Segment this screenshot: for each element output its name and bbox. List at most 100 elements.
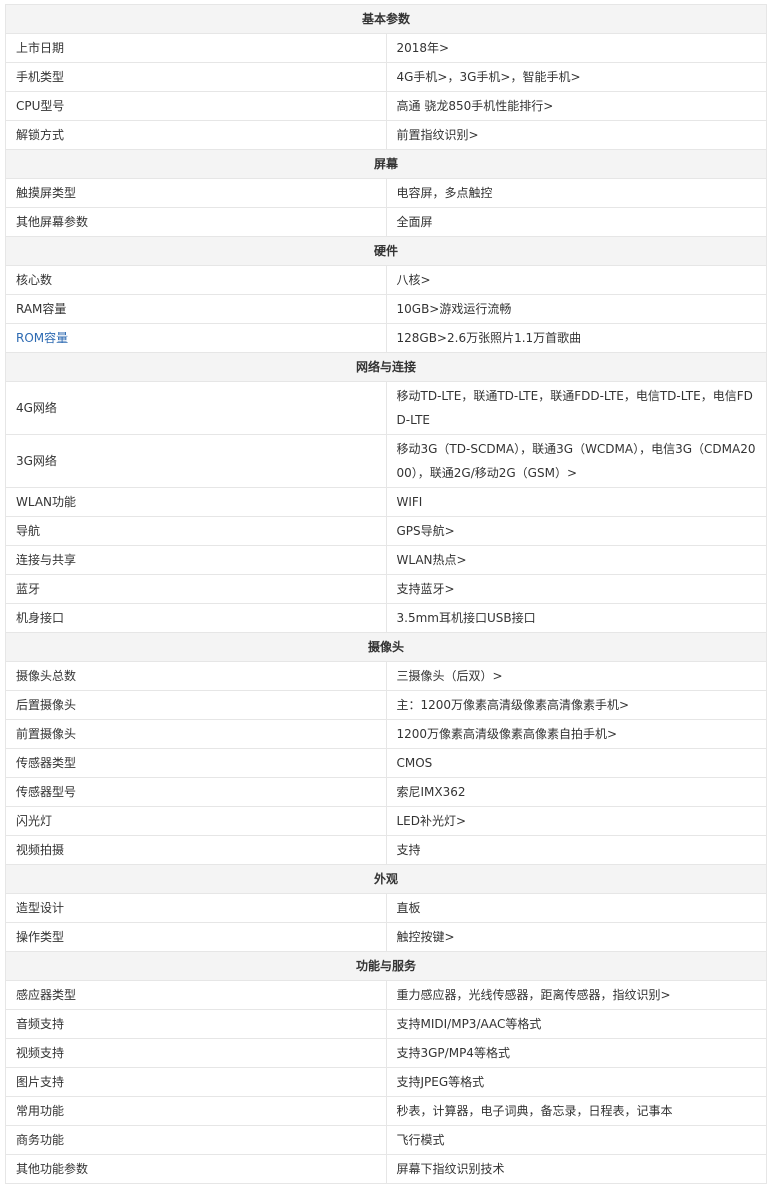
spec-row: 传感器型号 索尼IMX362 [5,777,767,807]
spec-row: 闪光灯 LED补光灯> [5,806,767,836]
spec-value: 支持 [385,835,767,865]
spec-label: WLAN功能 [5,487,387,517]
spec-value[interactable]: 重力感应器，光线传感器，距离传感器，指纹识别> [385,980,767,1010]
spec-row: 3G网络 移动3G（TD-SCDMA），联通3G（WCDMA），电信3G（CDMA… [5,434,767,488]
spec-row: 后置摄像头 主：1200万像素高清级像素高清像素手机> [5,690,767,720]
spec-label: 蓝牙 [5,574,387,604]
spec-row: 上市日期 2018年> [5,33,767,63]
section-title: 硬件 [5,236,767,266]
spec-value: 支持JPEG等格式 [385,1067,767,1097]
spec-value: 飞行模式 [385,1125,767,1155]
spec-value: 屏幕下指纹识别技术 [385,1154,767,1184]
spec-value[interactable]: LED补光灯> [385,806,767,836]
spec-row: CPU型号 高通 骁龙850手机性能排行> [5,91,767,121]
spec-label: 常用功能 [5,1096,387,1126]
spec-row: 机身接口 3.5mm耳机接口USB接口 [5,603,767,633]
spec-label: 音频支持 [5,1009,387,1039]
spec-value[interactable]: 触控按键> [385,922,767,952]
spec-row: ROM容量 128GB>2.6万张照片1.1万首歌曲 [5,323,767,353]
spec-value: 索尼IMX362 [385,777,767,807]
spec-value[interactable]: 主：1200万像素高清级像素高清像素手机> [385,690,767,720]
spec-value[interactable]: 2018年> [385,33,767,63]
spec-value[interactable]: GPS导航> [385,516,767,546]
spec-label: 4G网络 [5,381,387,435]
spec-label: 视频支持 [5,1038,387,1068]
spec-label: 传感器类型 [5,748,387,778]
section-title: 基本参数 [5,4,767,34]
spec-value: 全面屏 [385,207,767,237]
section-header-row: 外观 [5,864,767,894]
spec-value[interactable]: WLAN热点> [385,545,767,575]
spec-value[interactable]: 移动3G（TD-SCDMA），联通3G（WCDMA），电信3G（CDMA2000… [385,434,767,488]
spec-label: 后置摄像头 [5,690,387,720]
spec-row: 视频拍摄 支持 [5,835,767,865]
section-header-row: 摄像头 [5,632,767,662]
spec-label: 手机类型 [5,62,387,92]
spec-label: 3G网络 [5,434,387,488]
spec-label: 机身接口 [5,603,387,633]
spec-row: 手机类型 4G手机>，3G手机>，智能手机> [5,62,767,92]
spec-row: 其他功能参数 屏幕下指纹识别技术 [5,1154,767,1184]
spec-label: 操作类型 [5,922,387,952]
spec-value[interactable]: 三摄像头（后双）> [385,661,767,691]
spec-label: 视频拍摄 [5,835,387,865]
spec-row: RAM容量 10GB>游戏运行流畅 [5,294,767,324]
spec-value[interactable]: 前置指纹识别> [385,120,767,150]
spec-label: 图片支持 [5,1067,387,1097]
spec-row: 触摸屏类型 电容屏，多点触控 [5,178,767,208]
spec-value: 直板 [385,893,767,923]
spec-row: 摄像头总数 三摄像头（后双）> [5,661,767,691]
spec-label: 闪光灯 [5,806,387,836]
section-header-row: 屏幕 [5,149,767,179]
spec-row: 解锁方式 前置指纹识别> [5,120,767,150]
section-header-row: 网络与连接 [5,352,767,382]
spec-value: 3.5mm耳机接口USB接口 [385,603,767,633]
spec-value[interactable]: 高通 骁龙850手机性能排行> [385,91,767,121]
spec-row: 蓝牙 支持蓝牙> [5,574,767,604]
spec-row: 传感器类型 CMOS [5,748,767,778]
spec-row: 音频支持 支持MIDI/MP3/AAC等格式 [5,1009,767,1039]
spec-row: 感应器类型 重力感应器，光线传感器，距离传感器，指纹识别> [5,980,767,1010]
section-header-row: 功能与服务 [5,951,767,981]
spec-row: 操作类型 触控按键> [5,922,767,952]
spec-label: RAM容量 [5,294,387,324]
spec-row: 视频支持 支持3GP/MP4等格式 [5,1038,767,1068]
spec-value: 支持MIDI/MP3/AAC等格式 [385,1009,767,1039]
section-title: 外观 [5,864,767,894]
spec-value[interactable]: 八核> [385,265,767,295]
spec-row: 核心数 八核> [5,265,767,295]
spec-row: WLAN功能 WIFI [5,487,767,517]
section-title: 摄像头 [5,632,767,662]
section-header-row: 硬件 [5,236,767,266]
spec-value[interactable]: 支持蓝牙> [385,574,767,604]
spec-label: 其他屏幕参数 [5,207,387,237]
spec-value[interactable]: 10GB>游戏运行流畅 [385,294,767,324]
spec-label: 其他功能参数 [5,1154,387,1184]
spec-label: 前置摄像头 [5,719,387,749]
spec-label: 触摸屏类型 [5,178,387,208]
spec-row: 其他屏幕参数 全面屏 [5,207,767,237]
spec-value[interactable]: 1200万像素高清级像素高像素自拍手机> [385,719,767,749]
spec-label: 造型设计 [5,893,387,923]
spec-value: WIFI [385,487,767,517]
spec-value: 秒表，计算器，电子词典，备忘录，日程表，记事本 [385,1096,767,1126]
spec-label: 摄像头总数 [5,661,387,691]
spec-value: CMOS [385,748,767,778]
spec-label: 商务功能 [5,1125,387,1155]
spec-row: 导航 GPS导航> [5,516,767,546]
spec-value: 电容屏，多点触控 [385,178,767,208]
spec-row: 商务功能 飞行模式 [5,1125,767,1155]
spec-row: 连接与共享 WLAN热点> [5,545,767,575]
section-title: 功能与服务 [5,951,767,981]
spec-value[interactable]: 128GB>2.6万张照片1.1万首歌曲 [385,323,767,353]
page: { "sections": [ { "title": "基本参数", "rows… [0,0,771,1190]
spec-value: 支持3GP/MP4等格式 [385,1038,767,1068]
spec-value: 移动TD-LTE，联通TD-LTE，联通FDD-LTE，电信TD-LTE，电信F… [385,381,767,435]
spec-label: 传感器型号 [5,777,387,807]
spec-row: 造型设计 直板 [5,893,767,923]
spec-value[interactable]: 4G手机>，3G手机>，智能手机> [385,62,767,92]
spec-label: 连接与共享 [5,545,387,575]
spec-table: 基本参数 上市日期 2018年> 手机类型 4G手机>，3G手机>，智能手机> CPU型号… [5,4,767,1184]
spec-label[interactable]: ROM容量 [5,323,387,353]
spec-label: CPU型号 [5,91,387,121]
